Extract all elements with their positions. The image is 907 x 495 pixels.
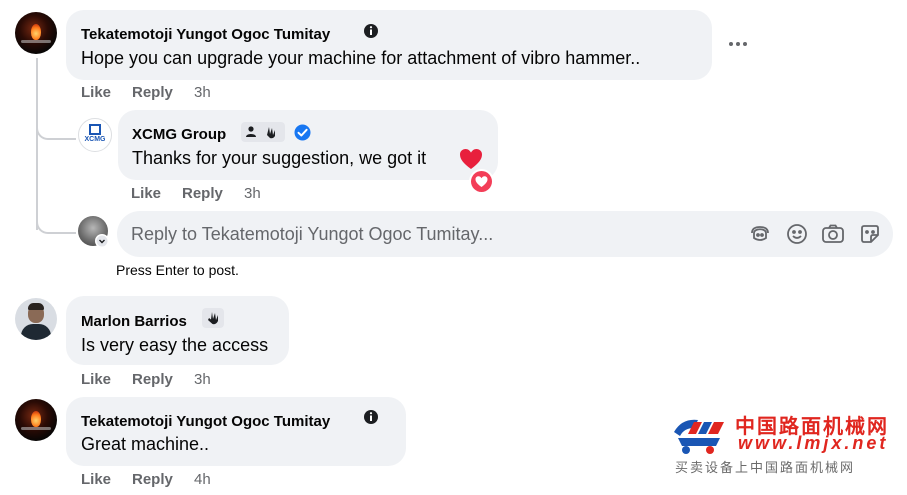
- reply-button[interactable]: Reply: [132, 471, 173, 488]
- info-icon: [363, 409, 379, 430]
- chevron-down-icon[interactable]: [95, 234, 109, 248]
- thread-curve: [36, 120, 76, 140]
- reply-button[interactable]: Reply: [182, 185, 223, 202]
- love-reaction-icon[interactable]: [469, 169, 494, 194]
- rising-fan-icon: [202, 308, 224, 328]
- commenter-avatar[interactable]: [15, 399, 57, 441]
- comment-text: Hope you can upgrade your machine for at…: [81, 48, 641, 68]
- group-expert-icon: [241, 122, 285, 142]
- camera-icon[interactable]: [820, 221, 846, 247]
- comment-bubble: Marlon Barrios Is very easy the access: [66, 296, 289, 365]
- reply-timestamp[interactable]: 3h: [244, 185, 261, 202]
- reply-button[interactable]: Reply: [132, 371, 173, 388]
- comment-timestamp[interactable]: 4h: [194, 471, 211, 488]
- reply-text: Thanks for your suggestion, we got it: [132, 148, 427, 168]
- comment-text: Great machine..: [81, 434, 210, 454]
- comment-timestamp[interactable]: 3h: [194, 371, 211, 388]
- comment-text: Is very easy the access: [81, 335, 269, 355]
- press-enter-hint: Press Enter to post.: [116, 262, 239, 278]
- watermark-url: www.lmjx.net: [738, 433, 889, 453]
- commenter-avatar[interactable]: [15, 12, 57, 54]
- like-button[interactable]: Like: [81, 371, 111, 388]
- info-icon: [363, 23, 379, 44]
- more-options-icon[interactable]: [728, 36, 748, 52]
- like-button[interactable]: Like: [81, 471, 111, 488]
- like-button[interactable]: Like: [131, 185, 161, 202]
- watermark-logo-icon: [672, 410, 728, 456]
- comment-bubble: Tekatemotoji Yungot Ogoc Tumitay Hope yo…: [66, 10, 712, 80]
- reply-author[interactable]: XCMG Group: [132, 126, 226, 143]
- xcmg-logo-icon: [89, 124, 101, 135]
- comment-bubble: Tekatemotoji Yungot Ogoc Tumitay Great m…: [66, 397, 406, 466]
- reply-input-box[interactable]: Reply to Tekatemotoji Yungot Ogoc Tumita…: [117, 211, 893, 257]
- verified-icon: [294, 124, 311, 146]
- reply-bubble: XCMG Group Thanks for your suggestion, w…: [118, 110, 498, 180]
- commenter-avatar[interactable]: [15, 298, 57, 340]
- comment-author[interactable]: Tekatemotoji Yungot Ogoc Tumitay: [81, 26, 330, 43]
- sticker-icon[interactable]: [857, 221, 883, 247]
- reply-button[interactable]: Reply: [132, 84, 173, 101]
- thread-curve: [36, 212, 76, 234]
- emoji-icon[interactable]: [784, 221, 810, 247]
- watermark-subtitle: 买卖设备上中国路面机械网: [675, 460, 856, 475]
- like-button[interactable]: Like: [81, 84, 111, 101]
- xcmg-avatar[interactable]: XCMG: [78, 118, 112, 152]
- comment-timestamp[interactable]: 3h: [194, 84, 211, 101]
- xcmg-logo-text: XCMG: [84, 136, 106, 143]
- avatar-sticker-icon[interactable]: [747, 221, 773, 247]
- comment-author[interactable]: Tekatemotoji Yungot Ogoc Tumitay: [81, 413, 330, 430]
- comment-author[interactable]: Marlon Barrios: [81, 313, 187, 330]
- thread-line: [36, 58, 38, 230]
- reply-input[interactable]: Reply to Tekatemotoji Yungot Ogoc Tumita…: [131, 224, 493, 245]
